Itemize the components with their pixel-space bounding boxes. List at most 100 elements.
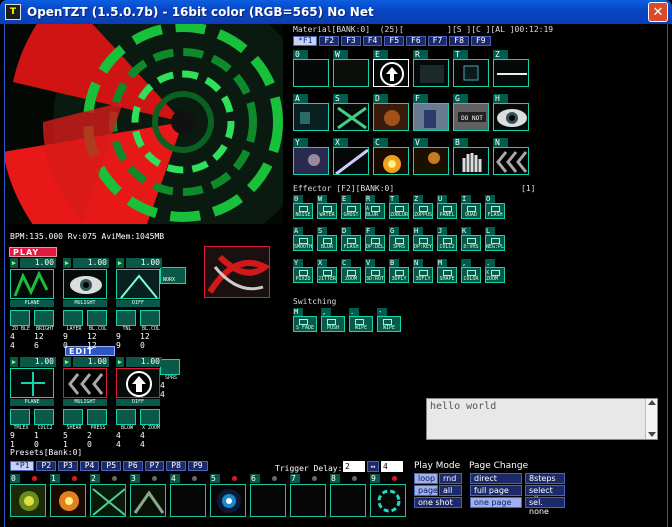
material-slot-2-2[interactable]: C <box>373 138 409 175</box>
material-tab-3[interactable]: F4 <box>362 36 383 46</box>
channel-level[interactable]: 1.00 <box>20 258 56 268</box>
play-arrow-icon[interactable]: ▶ <box>63 357 71 367</box>
material-tab-6[interactable]: F7 <box>427 36 448 46</box>
material-tab-2[interactable]: F3 <box>341 36 361 46</box>
effector-slot-1-0[interactable]: A SMOOTH <box>293 227 313 251</box>
page-button[interactable]: page <box>414 485 438 496</box>
cue-slot-4[interactable]: 4 <box>170 474 206 518</box>
preset-tab-5[interactable]: P6 <box>123 461 143 471</box>
effector-slot-2-3[interactable]: V 3D:ROT <box>365 259 385 283</box>
channel-level[interactable]: 1.00 <box>73 357 109 367</box>
trigger-delay-input-2[interactable]: 4 <box>381 461 403 472</box>
play-badge[interactable]: PLAY <box>9 247 57 257</box>
material-slot-2-3[interactable]: V <box>413 138 449 175</box>
material-slot-2-1[interactable]: X <box>333 138 369 175</box>
play-arrow-icon[interactable]: ▶ <box>116 357 124 367</box>
edit-channel-0[interactable]: ▶ 1.00 PLANE <box>10 357 58 407</box>
effector-slot-2-5[interactable]: N 3DFLY <box>413 259 433 283</box>
scroll-down-arrow-icon[interactable] <box>648 432 656 437</box>
one-shot-button[interactable]: one shot <box>414 497 462 508</box>
edit-sub-1[interactable]: COLC2 1 0 <box>34 409 56 449</box>
8steps-button[interactable]: 8steps <box>525 473 565 484</box>
cue-slot-2[interactable]: 2 <box>90 474 126 518</box>
cue-slot-1[interactable]: 1 <box>50 474 86 518</box>
play-arrow-icon[interactable]: ▶ <box>10 357 18 367</box>
loop-button[interactable]: loop <box>414 473 438 484</box>
material-slot-1-2[interactable]: D <box>373 94 409 131</box>
direct-button[interactable]: direct <box>470 473 522 484</box>
message-textbox[interactable]: hello world <box>426 398 658 440</box>
preset-tab-1[interactable]: P2 <box>36 461 57 471</box>
material-slot-2-5[interactable]: N <box>493 138 529 175</box>
material-slot-2-4[interactable]: B <box>453 138 489 175</box>
cue-slot-0[interactable]: 0 <box>10 474 46 518</box>
all-button[interactable]: all <box>439 485 462 496</box>
effector-slot-0-5[interactable]: Z ZOPPUS <box>413 195 433 219</box>
material-slot-0-4[interactable]: T <box>453 50 489 87</box>
edit-sub-2[interactable]: SHEAR 5 1 <box>63 409 85 449</box>
trigger-swap-button[interactable]: ↔ <box>367 461 379 472</box>
full-page-button[interactable]: full page <box>470 485 522 496</box>
effector-slot-1-7[interactable]: K D:VHS <box>461 227 481 251</box>
play-arrow-icon[interactable]: ▶ <box>63 258 71 268</box>
edit-sub-0[interactable]: TMLEX 9 1 <box>10 409 32 449</box>
effector-slot-2-6[interactable]: M SHAPE <box>437 259 457 283</box>
effector-slot-0-1[interactable]: W WATER <box>317 195 337 219</box>
effector-slot-1-1[interactable]: S BLUR <box>317 227 337 251</box>
effector-slot-2-7[interactable]: , COLOR <box>461 259 481 283</box>
cue-slot-3[interactable]: 3 <box>130 474 166 518</box>
material-tab-7[interactable]: F8 <box>449 36 469 46</box>
material-slot-2-0[interactable]: Y <box>293 138 329 175</box>
thumbnail-preview[interactable] <box>204 246 270 298</box>
play-arrow-icon[interactable]: ▶ <box>116 258 124 268</box>
channel-level[interactable]: 1.00 <box>73 258 109 268</box>
play-channel-2[interactable]: ▶ 1.00 DIFF <box>116 258 164 308</box>
scroll-up-arrow-icon[interactable] <box>648 400 656 405</box>
effector-slot-1-2[interactable]: D FLASH <box>341 227 361 251</box>
switching-slot-1[interactable]: , PUSH <box>321 308 345 332</box>
play-sub-1[interactable]: BRIGHT 12 6 <box>34 310 56 350</box>
close-button[interactable]: ✕ <box>648 2 668 22</box>
preset-tab-2[interactable]: P3 <box>58 461 78 471</box>
material-slot-0-3[interactable]: R <box>413 50 449 87</box>
one-page-button[interactable]: one page <box>470 497 522 508</box>
material-slot-0-5[interactable]: Z <box>493 50 529 87</box>
channel-level[interactable]: 1.00 <box>126 357 162 367</box>
effector-slot-2-1[interactable]: X JITTER <box>317 259 337 283</box>
material-slot-0-2[interactable]: E <box>373 50 409 87</box>
effector-slot-1-4[interactable]: G SPRS <box>389 227 409 251</box>
effector-slot-1-8[interactable]: L NEG:PL <box>485 227 505 251</box>
effector-slot-0-3[interactable]: RA BLUR <box>365 195 385 219</box>
effector-slot-0-0[interactable]: 0 NOISE <box>293 195 313 219</box>
material-slot-1-5[interactable]: H <box>493 94 529 131</box>
material-slot-0-0[interactable]: 0 <box>293 50 329 87</box>
material-slot-1-1[interactable]: S <box>333 94 369 131</box>
material-slot-1-0[interactable]: A <box>293 94 329 131</box>
textbox-scrollbar[interactable] <box>645 399 657 439</box>
preset-tab-8[interactable]: P9 <box>187 461 208 471</box>
preset-tab-4[interactable]: P5 <box>101 461 122 471</box>
preset-tab-6[interactable]: P7 <box>144 461 165 471</box>
switching-slot-2[interactable]: . WIPE <box>349 308 373 332</box>
random-button[interactable]: rnd <box>439 473 462 484</box>
switching-slot-0[interactable]: M S FADE <box>293 308 317 332</box>
play-sub-5[interactable]: BL.COL 12 0 <box>140 310 162 350</box>
play-sub-4[interactable]: TNL 9 9 <box>116 310 138 350</box>
cue-slot-8[interactable]: 8 <box>330 474 366 518</box>
effector-slot-2-8[interactable]: .X ZOOM <box>485 259 505 283</box>
material-tab-0[interactable]: *F1 <box>293 36 318 46</box>
effector-slot-0-4[interactable]: T ZOBLUR <box>389 195 409 219</box>
material-slot-1-3[interactable]: F <box>413 94 449 131</box>
material-tab-8[interactable]: F9 <box>470 36 491 46</box>
switching-slot-3[interactable]: - WIPE <box>377 308 401 332</box>
edit-sub-4[interactable]: BLOW 4 4 <box>116 409 138 449</box>
material-slot-1-4[interactable]: G DO NOT <box>453 94 489 131</box>
cue-slot-6[interactable]: 6 <box>250 474 286 518</box>
effector-slot-0-6[interactable]: U PANEL <box>437 195 457 219</box>
effector-slot-0-2[interactable]: E GHOST <box>341 195 361 219</box>
play-channel-1[interactable]: ▶ 1.00 MULIGHT <box>63 258 111 308</box>
effector-slot-2-0[interactable]: Y PIX2D <box>293 259 313 283</box>
cue-slot-7[interactable]: 7 <box>290 474 326 518</box>
edit-sub-3[interactable]: PRESS 2 0 <box>87 409 109 449</box>
effector-slot-0-8[interactable]: O FLASH <box>485 195 505 219</box>
